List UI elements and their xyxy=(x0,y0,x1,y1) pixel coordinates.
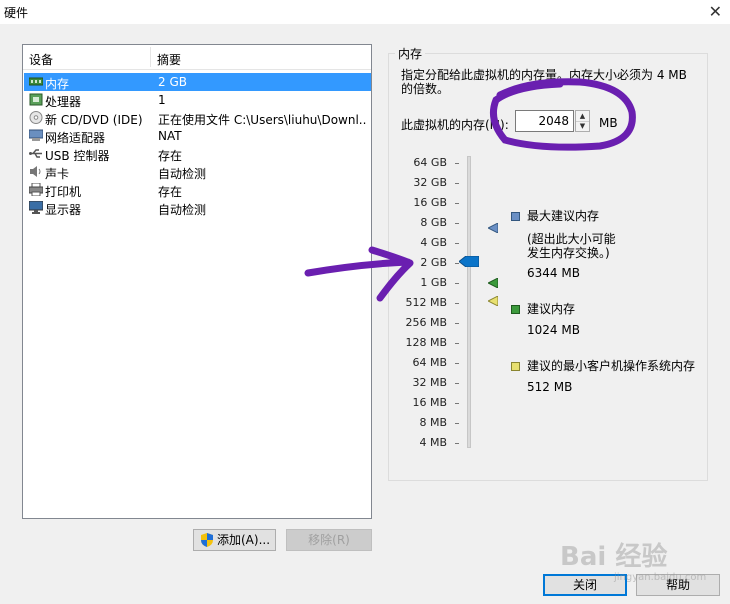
device-row-processor[interactable]: 处理器 1 xyxy=(24,91,371,109)
device-summary: 1 xyxy=(158,93,166,107)
scale-tick-mark xyxy=(455,323,459,324)
scale-tick-label: 256 MB xyxy=(405,316,447,329)
minimum-recommended-marker xyxy=(488,296,498,306)
scale-tick-mark xyxy=(455,283,459,284)
device-summary: 存在 xyxy=(158,149,183,163)
column-header-device[interactable]: 设备 xyxy=(29,51,53,68)
device-summary: 自动检测 xyxy=(158,203,207,217)
scale-tick-mark xyxy=(455,403,459,404)
device-name: 网络适配器 xyxy=(45,131,106,145)
scale-tick-mark xyxy=(455,163,459,164)
device-list-header: 设备 摘要 xyxy=(23,45,371,70)
cd-dvd-icon xyxy=(29,111,43,124)
scale-tick-label: 16 MB xyxy=(412,396,447,409)
scale-tick-label: 32 MB xyxy=(412,376,447,389)
device-name: 处理器 xyxy=(45,95,82,109)
memory-icon xyxy=(29,77,43,86)
device-name: 内存 xyxy=(45,77,70,91)
device-summary: 正在使用文件 C:\Users\liuhu\Downl... xyxy=(158,113,366,127)
close-icon[interactable]: ✕ xyxy=(709,2,722,21)
scale-tick-label: 1 GB xyxy=(420,276,447,289)
memory-group-title: 内存 xyxy=(395,45,426,62)
scale-tick-mark xyxy=(455,343,459,344)
scale-tick-label: 4 GB xyxy=(420,236,447,249)
device-summary: NAT xyxy=(158,129,182,143)
memory-slider-track[interactable] xyxy=(467,156,471,448)
spin-down-icon[interactable]: ▼ xyxy=(576,121,589,131)
device-name: USB 控制器 xyxy=(45,149,110,163)
scale-tick-label: 8 GB xyxy=(420,216,447,229)
memory-size-stepper[interactable]: ▲ ▼ xyxy=(575,110,590,132)
legend-recommended-value: 1024 MB xyxy=(527,323,580,337)
memory-slider-thumb[interactable] xyxy=(459,256,479,267)
add-device-button-label: 添加(A)... xyxy=(217,533,271,547)
scale-tick-label: 4 MB xyxy=(419,436,447,449)
add-device-button[interactable]: 添加(A)... xyxy=(193,529,276,551)
legend-max-swatch xyxy=(511,212,520,221)
scale-tick-mark xyxy=(455,423,459,424)
sound-card-icon xyxy=(30,166,41,177)
legend-min-title: 建议的最小客户机操作系统内存 xyxy=(527,359,696,373)
scale-tick-mark xyxy=(455,363,459,364)
device-row-display[interactable]: 显示器 自动检测 xyxy=(24,199,371,217)
scale-tick-mark xyxy=(455,243,459,244)
scale-tick-label: 16 GB xyxy=(413,196,447,209)
scale-tick-label: 64 MB xyxy=(412,356,447,369)
scale-tick-label: 128 MB xyxy=(405,336,447,349)
device-row-printer[interactable]: 打印机 存在 xyxy=(24,181,371,199)
scale-tick-mark xyxy=(455,383,459,384)
device-summary: 存在 xyxy=(158,185,183,199)
device-summary: 2 GB xyxy=(158,75,187,89)
scale-tick-mark xyxy=(455,203,459,204)
scale-tick-mark xyxy=(455,443,459,444)
window-title: 硬件 xyxy=(4,6,29,20)
device-name: 声卡 xyxy=(45,167,70,181)
scale-tick-label: 2 GB xyxy=(420,256,447,269)
device-row-cd-dvd[interactable]: 新 CD/DVD (IDE) 正在使用文件 C:\Users\liuhu\Dow… xyxy=(24,109,371,127)
legend-max-value: 6344 MB xyxy=(527,266,580,280)
scale-tick-mark xyxy=(455,303,459,304)
watermark-logo: Bai 经验 xyxy=(560,542,668,572)
scale-tick-label: 8 MB xyxy=(419,416,447,429)
display-icon xyxy=(29,201,43,214)
device-name: 打印机 xyxy=(45,185,82,199)
legend-max-note-2: 发生内存交换。) xyxy=(527,246,610,260)
printer-icon xyxy=(29,183,43,196)
memory-size-label: 此虚拟机的内存(M): xyxy=(401,118,509,132)
usb-icon xyxy=(29,149,42,158)
device-row-network-adapter[interactable]: 网络适配器 NAT xyxy=(24,127,371,145)
watermark-url: jingyan.baidu.com xyxy=(614,572,707,583)
legend-max-note-1: (超出此大小可能 xyxy=(527,232,616,246)
device-list[interactable]: 设备 摘要 内存 2 GB 处理器 1 新 CD/DVD (IDE) 正在使用文… xyxy=(22,44,372,519)
legend-min-swatch xyxy=(511,362,520,371)
memory-size-input[interactable] xyxy=(515,110,574,132)
column-separator xyxy=(150,47,151,67)
scale-tick-label: 512 MB xyxy=(405,296,447,309)
remove-device-button[interactable]: 移除(R) xyxy=(286,529,372,551)
device-name: 新 CD/DVD (IDE) xyxy=(45,113,143,127)
memory-description: 指定分配给此虚拟机的内存量。内存大小必须为 4 MB 的倍数。 xyxy=(401,68,687,96)
scale-tick-mark xyxy=(455,223,459,224)
legend-max-title: 最大建议内存 xyxy=(527,209,600,223)
memory-size-unit: MB xyxy=(599,116,618,130)
network-adapter-icon xyxy=(29,129,43,141)
scale-tick-mark xyxy=(455,183,459,184)
shield-icon xyxy=(201,533,213,547)
legend-recommended-swatch xyxy=(511,305,520,314)
scale-tick-label: 64 GB xyxy=(413,156,447,169)
max-recommended-marker xyxy=(488,223,498,233)
device-row-sound-card[interactable]: 声卡 自动检测 xyxy=(24,163,371,181)
device-name: 显示器 xyxy=(45,203,82,217)
column-header-summary[interactable]: 摘要 xyxy=(157,51,181,68)
device-summary: 自动检测 xyxy=(158,167,207,181)
title-bar: 硬件 ✕ xyxy=(0,0,730,24)
processor-icon xyxy=(29,93,43,106)
device-row-memory[interactable]: 内存 2 GB xyxy=(24,73,371,91)
scale-tick-label: 32 GB xyxy=(413,176,447,189)
legend-min-value: 512 MB xyxy=(527,380,573,394)
legend-recommended-title: 建议内存 xyxy=(527,302,576,316)
device-row-usb-controller[interactable]: USB 控制器 存在 xyxy=(24,145,371,163)
recommended-marker xyxy=(488,278,498,288)
